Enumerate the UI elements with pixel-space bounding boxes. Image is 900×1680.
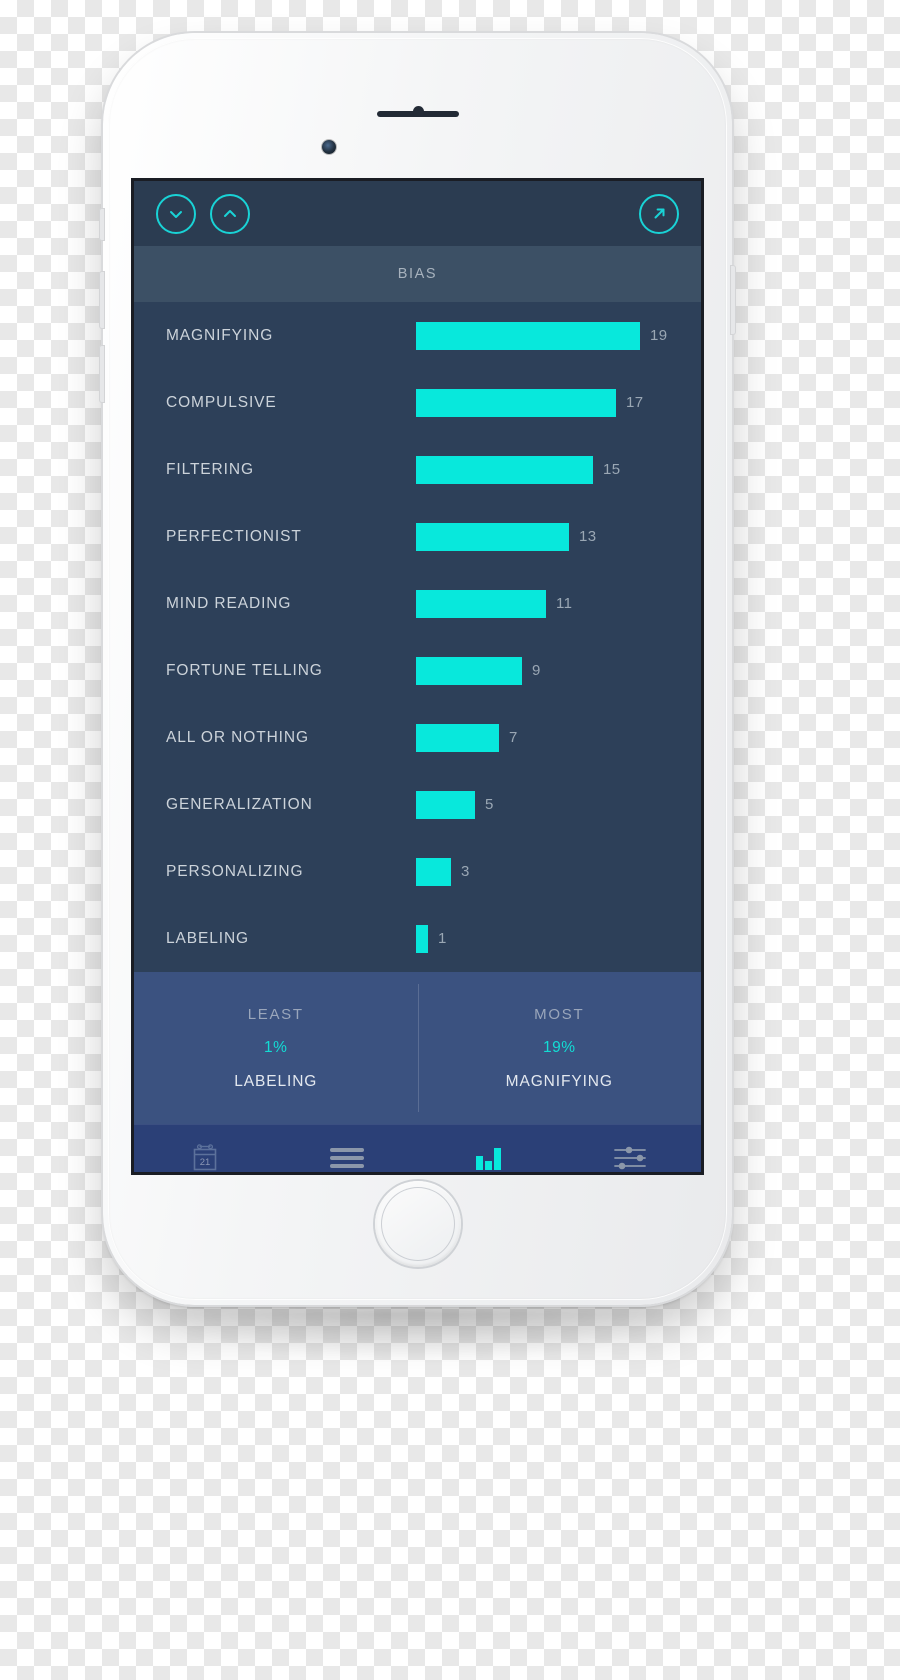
phone-screen: BIAS MAGNIFYING 19 COMPULSIVE 17 FILTERING 15… — [134, 181, 701, 1172]
app-container: BIAS MAGNIFYING 19 COMPULSIVE 17 FILTERING 15… — [134, 181, 701, 1172]
chart-row[interactable]: ALL OR NOTHING 7 — [134, 704, 701, 771]
device-shadow — [150, 1310, 690, 1362]
chart-bar-value: 15 — [603, 461, 621, 478]
chart-bar-wrap: 9 — [416, 656, 541, 685]
collapse-button[interactable] — [156, 193, 196, 234]
chart-bar-wrap: 1 — [416, 924, 447, 953]
chart-bar-value: 13 — [579, 528, 597, 545]
chart-bar-value: 11 — [556, 595, 573, 612]
chart-bar-wrap: 15 — [416, 455, 621, 484]
chart-row-label: COMPULSIVE — [166, 393, 277, 411]
share-button[interactable] — [639, 193, 679, 234]
summary-most-percent: 19% — [542, 1038, 576, 1056]
chart-row-label: ALL OR NOTHING — [166, 728, 309, 746]
chart-bar-wrap: 19 — [416, 321, 668, 350]
page-title: BIAS — [397, 266, 438, 282]
tab-calendar[interactable]: 21 — [134, 1125, 276, 1172]
chart-bar — [416, 790, 475, 819]
front-camera — [322, 140, 336, 154]
chart-row-label: MAGNIFYING — [166, 326, 274, 344]
power-button[interactable] — [730, 265, 736, 335]
tab-chart[interactable] — [418, 1125, 560, 1172]
chart-row[interactable]: MAGNIFYING 19 — [134, 302, 701, 369]
chart-row-label: LABELING — [166, 929, 250, 947]
volume-up-button[interactable] — [99, 271, 105, 329]
chart-bar-wrap: 3 — [416, 857, 470, 886]
chart-row-label: FORTUNE TELLING — [166, 661, 323, 679]
tab-list[interactable] — [276, 1125, 418, 1172]
summary-least: LEAST 1% LABELING — [134, 972, 418, 1124]
calendar-day-number: 21 — [200, 1157, 211, 1168]
chart-bar — [416, 723, 499, 752]
proximity-sensor — [413, 106, 424, 117]
chart-row-label: FILTERING — [166, 460, 254, 478]
chart-bar-value: 7 — [509, 729, 518, 746]
chart-bar — [416, 321, 640, 350]
summary-panel: LEAST 1% LABELING MOST 19% MAGNIFYING — [134, 972, 701, 1124]
chart-row[interactable]: MIND READING 11 — [134, 570, 701, 637]
expand-button[interactable] — [210, 193, 250, 234]
chart-row[interactable]: LABELING 1 — [134, 905, 701, 972]
chart-row-label: PERFECTIONIST — [166, 527, 302, 545]
chart-bar — [416, 857, 451, 886]
chart-row-label: PERSONALIZING — [166, 862, 304, 880]
summary-least-percent: 1% — [264, 1038, 288, 1056]
chart-row[interactable]: PERSONALIZING 3 — [134, 838, 701, 905]
top-toolbar — [134, 181, 701, 246]
chart-bar — [416, 656, 522, 685]
chart-bar-wrap: 17 — [416, 388, 644, 417]
bar-chart-icon — [476, 1148, 502, 1170]
section-header: BIAS — [134, 246, 701, 302]
chart-bar-wrap: 11 — [416, 589, 573, 618]
chart-bar — [416, 589, 546, 618]
chevron-down-icon — [170, 210, 182, 218]
chart-row[interactable]: GENERALIZATION 5 — [134, 771, 701, 838]
chart-row-label: MIND READING — [166, 594, 292, 612]
summary-most-name: MAGNIFYING — [505, 1072, 613, 1090]
chart-bar-value: 19 — [650, 327, 668, 344]
chart-bar-value: 3 — [461, 863, 470, 880]
chart-bar-wrap: 5 — [416, 790, 494, 819]
chart-bar-value: 17 — [626, 394, 644, 411]
chart-bar-wrap: 7 — [416, 723, 518, 752]
summary-least-name: LABELING — [234, 1072, 318, 1090]
summary-least-title: LEAST — [247, 1005, 304, 1023]
home-button[interactable] — [374, 1181, 461, 1267]
chart-row[interactable]: PERFECTIONIST 13 — [134, 503, 701, 570]
sliders-icon — [614, 1146, 647, 1170]
summary-most: MOST 19% MAGNIFYING — [418, 972, 702, 1124]
summary-most-title: MOST — [534, 1005, 585, 1023]
arrow-up-right-icon — [654, 208, 664, 219]
chart-bar — [416, 455, 593, 484]
volume-down-button[interactable] — [99, 345, 105, 403]
chart-bar-value: 1 — [438, 930, 447, 947]
calendar-icon: 21 — [193, 1144, 217, 1171]
chart-bar — [416, 388, 616, 417]
chart-bar-value: 5 — [485, 796, 494, 813]
chart-bar-wrap: 13 — [416, 522, 597, 551]
chart-row[interactable]: FILTERING 15 — [134, 436, 701, 503]
chevron-up-icon — [224, 209, 236, 217]
tab-settings[interactable] — [559, 1125, 701, 1172]
chart-bar-value: 9 — [532, 662, 541, 679]
chart-bar — [416, 924, 428, 953]
phone-device: BIAS MAGNIFYING 19 COMPULSIVE 17 FILTERING 15… — [99, 33, 736, 1305]
bias-bar-chart: MAGNIFYING 19 COMPULSIVE 17 FILTERING 15 PERFE… — [134, 302, 701, 972]
silent-switch[interactable] — [99, 208, 105, 241]
chart-row-label: GENERALIZATION — [166, 795, 313, 813]
list-icon — [329, 1144, 364, 1172]
bottom-tab-bar: 21 — [134, 1124, 701, 1172]
chart-bar — [416, 522, 569, 551]
chart-row[interactable]: FORTUNE TELLING 9 — [134, 637, 701, 704]
chart-row[interactable]: COMPULSIVE 17 — [134, 369, 701, 436]
